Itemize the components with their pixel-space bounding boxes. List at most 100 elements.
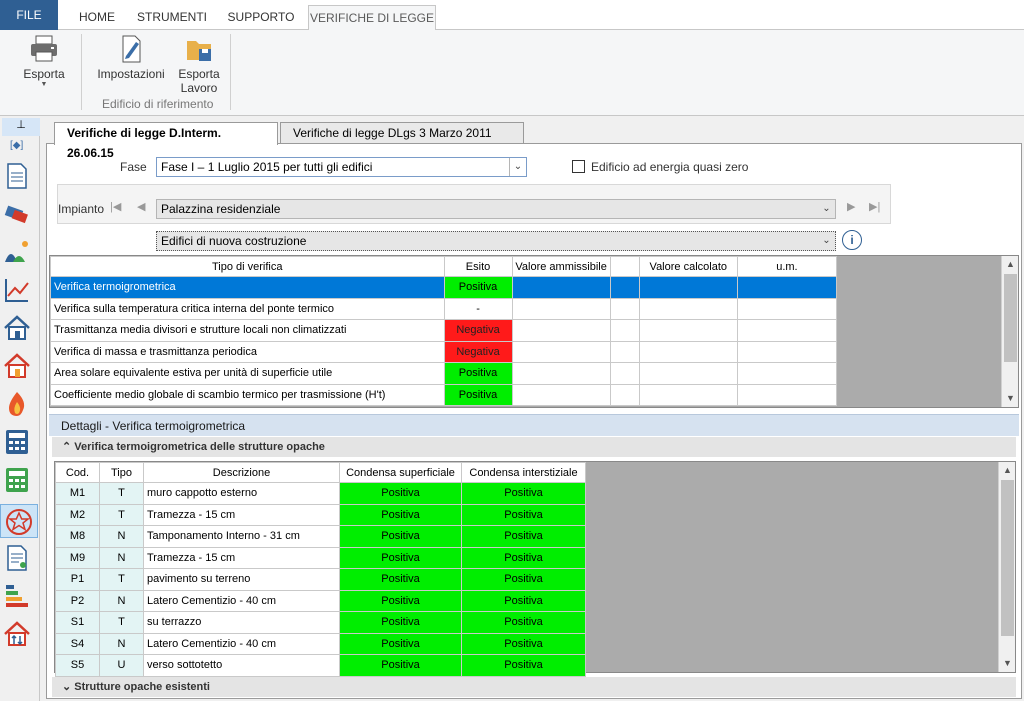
cell-descr: su terrazzo	[143, 611, 340, 634]
building-type-select[interactable]: Edifici di nuova costruzione ⌄	[156, 231, 836, 251]
cell-cod: S4	[55, 632, 100, 655]
document-icon[interactable]	[3, 162, 31, 190]
table-row[interactable]: P2 N Latero Cementizio - 40 cm Positiva Posi…	[55, 589, 586, 612]
group-header-open[interactable]: ⌃ Verifica termoigrometrica delle strutt…	[52, 437, 1016, 457]
pin-icon[interactable]: ⊥	[2, 118, 40, 136]
export-work-button[interactable]: Esporta Lavoro	[172, 34, 226, 98]
scroll-up-icon[interactable]: ▲	[1002, 256, 1019, 273]
info-icon[interactable]: i	[842, 230, 862, 250]
expand-icon[interactable]: ⌄	[62, 681, 71, 693]
cell-tipo: T	[99, 568, 144, 591]
hills-icon[interactable]	[3, 238, 31, 266]
check-name: Verifica di massa e trasmittanza periodi…	[50, 340, 445, 363]
cell-cod: P1	[55, 568, 100, 591]
report-icon[interactable]	[3, 544, 31, 572]
scroll-up-icon[interactable]: ▲	[999, 462, 1016, 479]
ribbon-separator	[230, 34, 231, 110]
scroll-thumb[interactable]	[1004, 274, 1017, 362]
scroll-thumb[interactable]	[1001, 480, 1014, 636]
col-header[interactable]: Valore ammissibile	[511, 256, 611, 277]
tab-home[interactable]: HOME	[68, 5, 126, 30]
plant-select[interactable]: Palazzina residenziale ⌄	[156, 199, 836, 219]
group-title: Verifica termoigrometrica delle struttur…	[74, 441, 325, 453]
table-row[interactable]: S5 Uverso sottotetto Positiva Positiva	[55, 654, 586, 677]
next-record-icon[interactable]: ▶	[847, 200, 855, 213]
green-calculator-icon[interactable]	[3, 466, 31, 494]
materials-icon[interactable]	[3, 200, 31, 228]
cell-descr: pavimento su terreno	[143, 568, 340, 591]
table-row[interactable]: Area solare equivalente estiva per unità…	[50, 362, 838, 385]
tab-verifiche-di-legge[interactable]: VERIFICHE DI LEGGE	[308, 5, 436, 30]
table-row[interactable]: S1 Tsu terrazzo Positiva Positiva	[55, 611, 586, 634]
group-title: Strutture opache esistenti	[74, 681, 210, 693]
table-row[interactable]: Coefficiente medio globale di scambio te…	[50, 383, 838, 406]
first-record-icon[interactable]: |◀	[110, 200, 121, 213]
tab-dinterm[interactable]: Verifiche di legge D.Interm. 26.06.15	[54, 122, 278, 160]
chevron-down-icon[interactable]: ⌄	[818, 232, 835, 250]
last-record-icon[interactable]: ▶|	[869, 200, 880, 213]
table-row[interactable]: Verifica di massa e trasmittanza periodi…	[50, 340, 838, 363]
cell-int: Positiva	[461, 482, 586, 505]
tab-file[interactable]: FILE	[0, 0, 58, 30]
group-header-closed[interactable]: ⌄ Strutture opache esistenti	[52, 677, 1016, 697]
col-header[interactable]	[609, 256, 640, 277]
settings-button[interactable]: Impostazioni	[96, 34, 166, 84]
house-transfer-icon[interactable]	[3, 620, 31, 648]
prev-record-icon[interactable]: ◀	[137, 200, 145, 213]
col-header[interactable]: Tipo di verifica	[50, 256, 445, 277]
check-result: Positiva	[443, 383, 513, 406]
details-grid: Cod. Tipo Descrizione Condensa superfici…	[54, 461, 1016, 677]
chart-ruler-icon[interactable]	[3, 276, 31, 304]
table-row[interactable]: Trasmittanza media divisori e strutture …	[50, 319, 838, 342]
table-row[interactable]: M1 Tmuro cappotto esterno Positiva Positiva	[55, 482, 586, 505]
check-result: Negativa	[443, 340, 513, 363]
house-heat-icon[interactable]	[3, 352, 31, 380]
chevron-down-icon[interactable]: ⌄	[818, 200, 835, 218]
tab-strumenti[interactable]: STRUMENTI	[134, 5, 210, 30]
table-row[interactable]: M9 N Tramezza - 15 cm Positiva Positiva	[55, 546, 586, 569]
checks-grid: Tipo di verifica Esito Valore ammissibil…	[49, 255, 1019, 408]
table-row[interactable]: Verifica termoigrometrica Positiva	[50, 276, 838, 299]
sidebar-item-verifiche[interactable]	[0, 504, 38, 538]
details-table: Cod. Tipo Descrizione Condensa superfici…	[55, 462, 586, 677]
check-name: Coefficiente medio globale di scambio te…	[50, 383, 445, 406]
col-header[interactable]: u.m.	[736, 256, 838, 277]
checks-scrollbar[interactable]: ▲ ▼	[1001, 256, 1018, 407]
collapse-icon[interactable]: ⌃	[62, 441, 71, 453]
col-header[interactable]: Condensa superficiale	[339, 462, 462, 483]
calculator-icon[interactable]	[3, 428, 31, 456]
table-row[interactable]: P1 Tpavimento su terreno Positiva Positiva	[55, 568, 586, 591]
cell-sup: Positiva	[339, 654, 462, 677]
export-button[interactable]: Esporta ▼	[18, 34, 70, 98]
cell-tipo: N	[99, 546, 144, 569]
house-icon[interactable]	[3, 314, 31, 342]
table-row[interactable]: S4 N Latero Cementizio - 40 cm Positiva Posi…	[55, 632, 586, 655]
nzeb-checkbox[interactable]	[572, 160, 585, 173]
chevron-down-icon[interactable]: ⌄	[509, 158, 526, 176]
tab-dlgs[interactable]: Verifiche di legge DLgs 3 Marzo 2011 n.2…	[280, 122, 524, 160]
cell-sup: Positiva	[339, 632, 462, 655]
scroll-down-icon[interactable]: ▼	[999, 655, 1016, 672]
cell-tipo: N	[99, 525, 144, 548]
col-header[interactable]: Esito	[443, 256, 513, 277]
col-header[interactable]: Cod.	[55, 462, 100, 483]
tab-supporto[interactable]: SUPPORTO	[222, 5, 300, 30]
table-row[interactable]: M8 N Tamponamento Interno - 31 cm Positiva P…	[55, 525, 586, 548]
check-name: Trasmittanza media divisori e strutture …	[50, 319, 445, 342]
cell-int: Positiva	[461, 654, 586, 677]
details-scrollbar[interactable]: ▲ ▼	[998, 462, 1015, 672]
table-row[interactable]: M2 T Tramezza - 15 cm Positiva Positiva	[55, 503, 586, 526]
scroll-down-icon[interactable]: ▼	[1002, 390, 1019, 407]
col-header[interactable]: Condensa interstiziale	[461, 462, 586, 483]
col-header[interactable]: Descrizione	[143, 462, 340, 483]
left-sidebar: ⊥ [◆]	[0, 118, 40, 701]
table-row[interactable]: Verifica sulla temperatura critica inter…	[50, 297, 838, 320]
phase-select[interactable]: Fase I – 1 Luglio 2015 per tutti gli edi…	[156, 157, 527, 177]
col-header[interactable]: Valore calcolato	[638, 256, 738, 277]
energy-class-icon[interactable]	[3, 582, 31, 610]
flame-icon[interactable]	[3, 390, 31, 418]
cell-cod: S5	[55, 654, 100, 677]
col-header[interactable]: Tipo	[99, 462, 144, 483]
phase-value: Fase I – 1 Luglio 2015 per tutti gli edi…	[161, 160, 373, 174]
expand-icon[interactable]: [◆]	[10, 140, 23, 151]
